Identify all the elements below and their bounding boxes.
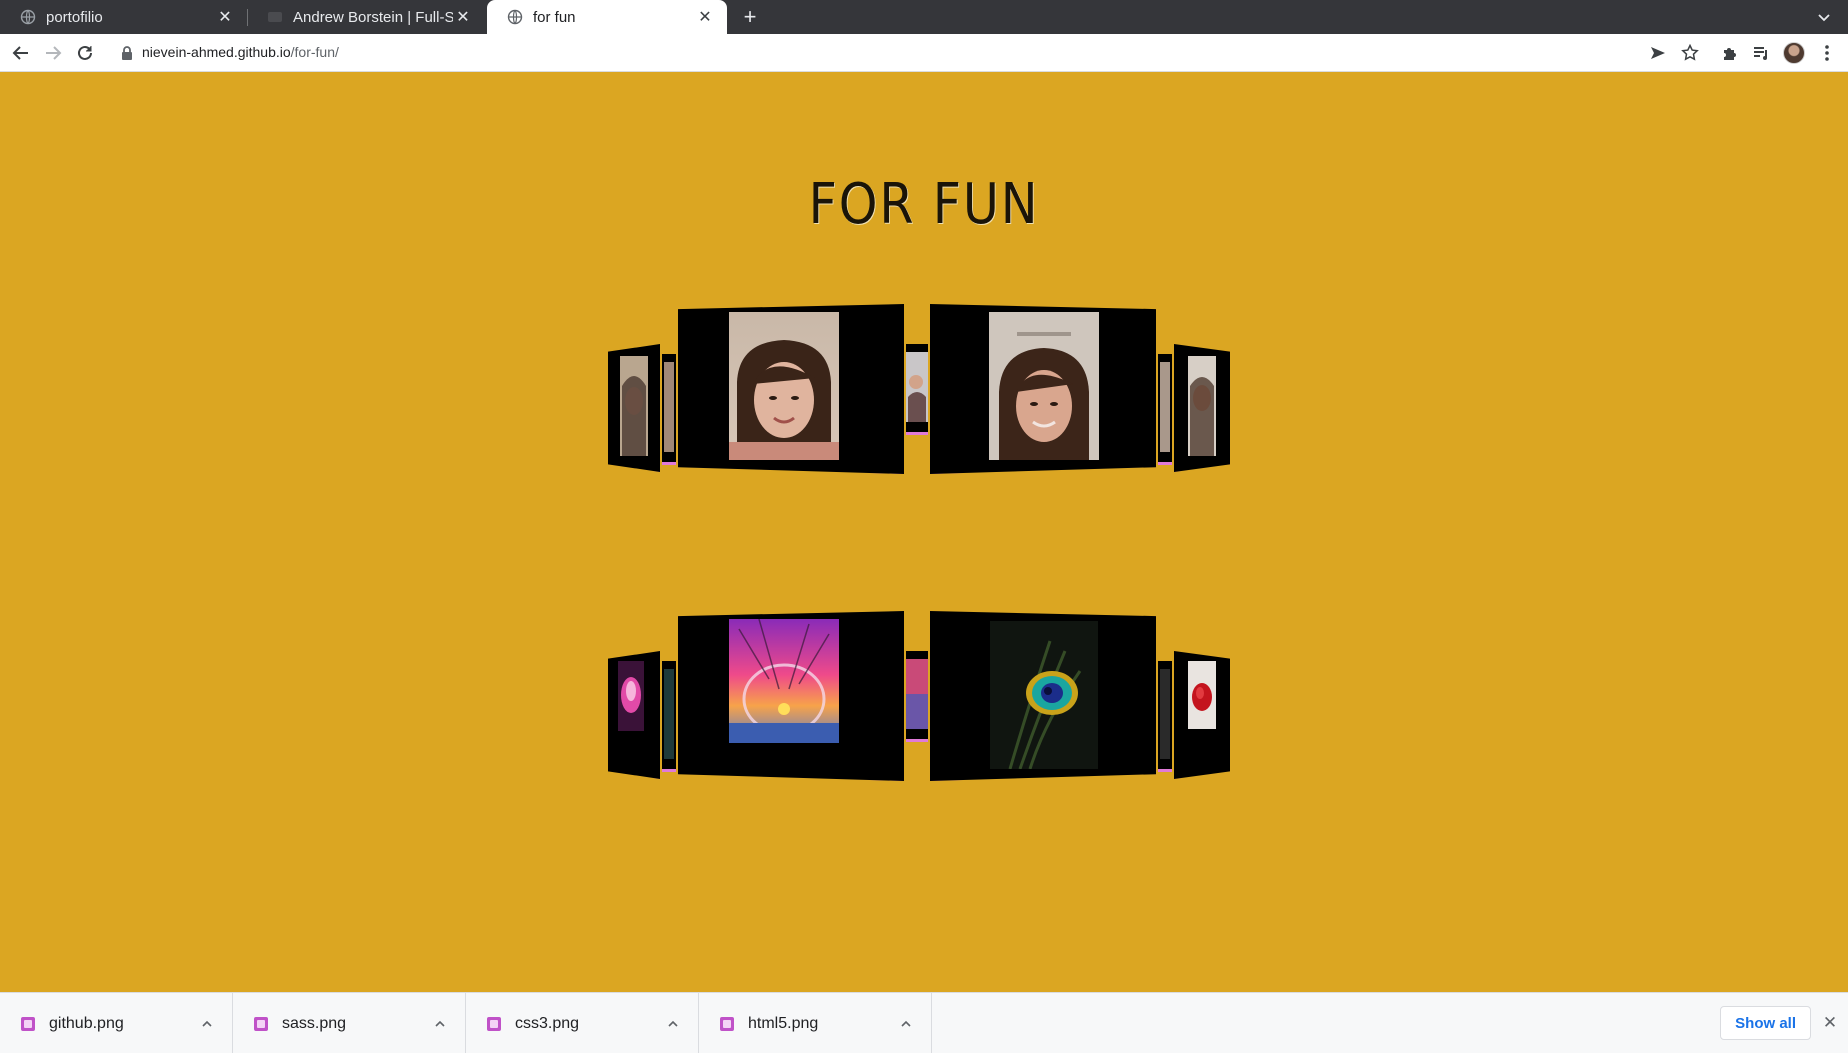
url-domain: nievein-ahmed.github.io [142,44,291,60]
media-queue-icon[interactable] [1749,41,1773,65]
chevron-up-icon[interactable] [664,1015,682,1033]
lock-icon[interactable] [115,41,139,65]
tab-for-fun[interactable]: for fun ✕ [487,0,727,34]
portrait-photo [989,312,1099,460]
chevron-up-icon[interactable] [897,1015,915,1033]
carousel-panel[interactable] [608,651,660,779]
send-icon[interactable] [1646,41,1670,65]
carousel-panel[interactable] [662,354,676,462]
download-item[interactable]: css3.png [466,993,699,1053]
carousel-panel-main[interactable] [678,304,904,474]
kebab-menu-icon[interactable] [1815,41,1839,65]
site-favicon-icon [267,9,283,25]
close-tab-icon[interactable]: ✕ [453,7,473,27]
carousel-panel-main[interactable] [930,304,1156,474]
globe-icon [507,9,523,25]
forward-arrow-icon[interactable] [41,41,65,65]
portrait-photo [664,362,674,452]
carousel-panel[interactable] [1158,661,1172,769]
browser-toolbar: nievein-ahmed.github.io/for-fun/ [0,34,1848,72]
portrait-photo [729,312,839,460]
chevron-down-icon[interactable] [1814,7,1834,27]
peacock-feather-photo [990,621,1098,769]
chevron-up-icon[interactable] [198,1015,216,1033]
address-bar[interactable]: nievein-ahmed.github.io/for-fun/ [142,44,339,60]
download-item[interactable]: html5.png [699,993,932,1053]
page-content: FOR FUN [0,72,1848,992]
tab-title: portofilio [46,8,103,26]
red-rose-photo [1188,661,1216,729]
new-tab-plus-icon[interactable]: + [738,4,762,29]
portrait-photo [1188,356,1216,456]
close-tab-icon[interactable]: ✕ [215,7,235,27]
tab-title: Andrew Borstein | Full-Stack Developer [293,8,453,26]
reload-icon[interactable] [73,41,97,65]
tab-title: for fun [533,8,576,26]
flower-photo [618,661,644,731]
image-file-icon [720,1016,734,1031]
download-filename: sass.png [282,1014,347,1032]
download-filename: css3.png [515,1014,580,1032]
tab-andrew-borstein[interactable]: Andrew Borstein | Full-Stack Developer ✕ [247,0,485,34]
extensions-puzzle-icon[interactable] [1718,41,1742,65]
downloads-bar: github.png sass.png css3.png html5.png S… [0,992,1848,1053]
carousel-panel[interactable] [662,661,676,769]
carousel-panel-main[interactable] [678,611,904,781]
globe-icon [20,9,36,25]
download-item[interactable]: github.png [0,993,233,1053]
close-icon[interactable]: ✕ [1820,1013,1840,1033]
bookmark-star-icon[interactable] [1678,41,1702,65]
portrait-photo [906,352,928,422]
carousel-panel-main[interactable] [930,611,1156,781]
photo-carousel-art[interactable] [600,611,1240,791]
carousel-panel[interactable] [1158,354,1172,462]
chevron-up-icon[interactable] [431,1015,449,1033]
carousel-panel[interactable] [906,651,928,739]
back-arrow-icon[interactable] [9,41,33,65]
url-path: /for-fun/ [290,44,339,60]
tab-strip: portofilio ✕ Andrew Borstein | Full-Stac… [0,0,1848,34]
carousel-panel[interactable] [1174,651,1230,779]
show-all-downloads-button[interactable]: Show all [1720,1006,1811,1040]
page-title: FOR FUN [808,172,1040,237]
art-photo [664,669,674,759]
tab-portofilio[interactable]: portofilio ✕ [0,0,247,34]
carousel-panel[interactable] [608,344,660,472]
carousel-panel[interactable] [906,344,928,432]
download-filename: github.png [49,1014,124,1032]
art-photo [1160,669,1170,759]
portrait-photo [1160,362,1170,452]
image-file-icon [254,1016,268,1031]
photo-carousel-portraits[interactable] [600,304,1240,484]
profile-avatar[interactable] [1783,42,1805,64]
carousel-panel[interactable] [1174,344,1230,472]
download-item[interactable]: sass.png [233,993,466,1053]
portrait-photo [620,356,648,456]
download-filename: html5.png [748,1014,819,1032]
art-photo [906,659,928,729]
image-file-icon [21,1016,35,1031]
sunset-glass-photo [729,619,839,743]
image-file-icon [487,1016,501,1031]
close-tab-icon[interactable]: ✕ [695,7,715,27]
